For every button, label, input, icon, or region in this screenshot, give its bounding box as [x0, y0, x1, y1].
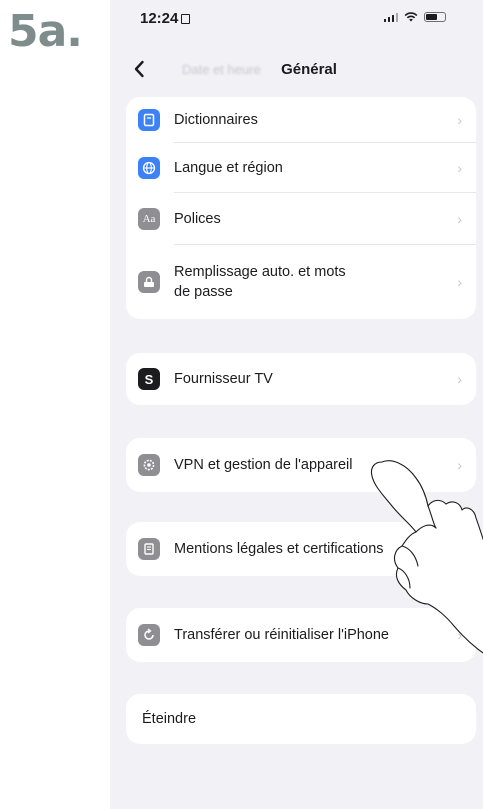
- step-label: 5a.: [8, 6, 83, 57]
- chevron-right-icon: ›: [457, 112, 462, 128]
- page-title: Général: [281, 61, 337, 78]
- chevron-right-icon: ›: [457, 211, 462, 227]
- list-item-label: Fournisseur TV: [174, 371, 273, 387]
- list-item-label: Dictionnaires: [174, 112, 258, 128]
- status-bar: 12:24: [110, 0, 483, 40]
- settings-group-4: Mentions légales et certifications ›: [126, 522, 476, 576]
- chevron-right-icon: ›: [457, 160, 462, 176]
- chevron-right-icon: ›: [457, 371, 462, 387]
- list-item-label: Mentions légales et certifications: [174, 541, 384, 557]
- list-item-remplissage-auto[interactable]: Remplissage auto. et mots de passe ›: [126, 245, 476, 319]
- shutdown-button[interactable]: Éteindre: [126, 694, 476, 744]
- autofill-icon: [138, 271, 160, 293]
- wifi-icon: [404, 12, 418, 22]
- list-item-mentions-legales[interactable]: Mentions légales et certifications ›: [126, 522, 476, 576]
- legal-icon: [138, 538, 160, 560]
- list-item-transferer-reinitialiser[interactable]: Transférer ou réinitialiser l'iPhone ›: [126, 608, 476, 662]
- settings-group-3: VPN et gestion de l'appareil ›: [126, 438, 476, 492]
- status-icons: [383, 12, 446, 22]
- list-item-label: Transférer ou réinitialiser l'iPhone: [174, 627, 389, 643]
- globe-icon: [138, 157, 160, 179]
- list-item-label: Remplissage auto. et mots de passe: [174, 264, 346, 300]
- status-time: 12:24: [140, 10, 191, 27]
- shutdown-label: Éteindre: [142, 711, 197, 727]
- chevron-right-icon: ›: [457, 457, 462, 473]
- iphone-screen: 12:24 Date et heure Général Dictionnaire…: [110, 0, 483, 809]
- list-item-label: VPN et gestion de l'appareil: [174, 457, 353, 473]
- battery-icon: [424, 12, 446, 22]
- settings-group-6: Éteindre: [126, 694, 476, 744]
- cellular-signal-icon: [383, 12, 398, 22]
- list-item-label: Polices: [174, 211, 221, 227]
- fonts-icon: Aa: [138, 208, 160, 230]
- gear-icon: [138, 454, 160, 476]
- navigation-bar: Date et heure Général: [110, 52, 483, 92]
- list-item-label: Langue et région: [174, 160, 283, 176]
- status-time-text: 12:24: [140, 10, 179, 27]
- list-item-dictionnaires[interactable]: Dictionnaires ›: [126, 97, 476, 143]
- list-item-polices[interactable]: Aa Polices ›: [126, 193, 476, 245]
- reset-icon: [138, 624, 160, 646]
- list-item-fournisseur-tv[interactable]: S Fournisseur TV ›: [126, 353, 476, 405]
- settings-group-5: Transférer ou réinitialiser l'iPhone ›: [126, 608, 476, 662]
- chevron-right-icon: ›: [457, 627, 462, 643]
- chevron-right-icon: ›: [457, 274, 462, 290]
- tv-provider-icon: S: [138, 368, 160, 390]
- chevron-right-icon: ›: [457, 541, 462, 557]
- lock-icon: [181, 14, 191, 24]
- settings-group-1: Dictionnaires › Langue et région › Aa Po…: [126, 97, 476, 319]
- list-item-vpn-gestion[interactable]: VPN et gestion de l'appareil ›: [126, 438, 476, 492]
- dictionary-icon: [138, 109, 160, 131]
- list-item-langue-et-region[interactable]: Langue et région ›: [126, 143, 476, 193]
- settings-group-2: S Fournisseur TV ›: [126, 353, 476, 405]
